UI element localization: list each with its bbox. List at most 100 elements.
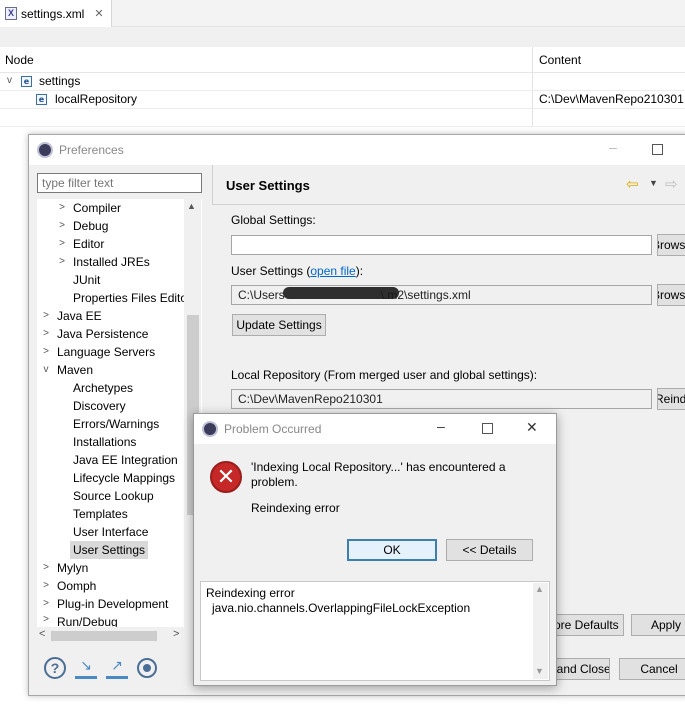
minimize-icon[interactable]: – (437, 418, 445, 434)
tree-item-language-servers[interactable]: Language Servers (57, 343, 155, 361)
browse-global-button[interactable]: Browse... (657, 234, 685, 256)
tree-node-content[interactable]: C:\Dev\MavenRepo210301 (539, 92, 684, 106)
local-repository-input[interactable]: C:\Dev\MavenRepo210301 (231, 389, 652, 409)
tree-item-label: Editor (73, 237, 105, 251)
forward-arrow-icon[interactable]: ⇨ (665, 175, 678, 193)
record-icon[interactable] (137, 658, 157, 678)
help-icon[interactable]: ? (44, 657, 66, 679)
tree-item-plugin-development[interactable]: Plug-in Development (57, 595, 168, 613)
tree-item-templates[interactable]: Templates (73, 505, 128, 523)
details-button[interactable]: << Details (446, 539, 533, 561)
ok-button[interactable]: OK (347, 539, 437, 561)
tree-item-archetypes[interactable]: Archetypes (73, 379, 133, 397)
close-icon[interactable]: ✕ (94, 7, 103, 20)
tree-item-java-ee[interactable]: Java EE (57, 307, 102, 325)
tree-horizontal-scroll-thumb[interactable] (51, 631, 157, 641)
maximize-icon[interactable] (652, 144, 663, 155)
row-divider (0, 108, 685, 109)
preferences-title-bar: Preferences – (29, 135, 685, 165)
tree-item-compiler[interactable]: Compiler (73, 199, 121, 217)
column-header-content[interactable]: Content (539, 53, 581, 67)
tree-item-mylyn[interactable]: Mylyn (57, 559, 88, 577)
chevron-right-icon[interactable]: > (41, 346, 51, 357)
local-repository-label: Local Repository (From merged user and g… (231, 368, 538, 382)
tree-item-installed-jres[interactable]: Installed JREs (73, 253, 150, 271)
element-icon: e (21, 76, 32, 87)
user-settings-path-start: C:\Users (238, 288, 285, 302)
tree-item-maven[interactable]: Maven (57, 361, 93, 379)
scroll-up-icon[interactable]: ▲ (187, 201, 196, 211)
chevron-right-icon[interactable]: > (57, 220, 67, 231)
tree-item-label: User Interface (73, 525, 149, 539)
browse-user-button[interactable]: Browse... (657, 284, 685, 306)
tree-item-label: Compiler (73, 201, 122, 215)
tree-item-editor[interactable]: Editor (73, 235, 104, 253)
tree-item-label: Debug (73, 219, 109, 233)
reindex-button[interactable]: Reindex (657, 388, 685, 410)
tree-item-debug[interactable]: Debug (73, 217, 108, 235)
maximize-icon[interactable] (482, 423, 493, 434)
tree-item-label: Errors/Warnings (73, 417, 160, 431)
apply-button[interactable]: Apply (631, 614, 685, 636)
scroll-left-icon[interactable]: < (39, 628, 45, 640)
chevron-right-icon[interactable]: > (41, 328, 51, 339)
preferences-tree: Compiler > Debug > Editor > Installed JR… (37, 199, 202, 627)
details-line-2: java.nio.channels.OverlappingFileLockExc… (212, 601, 471, 615)
tree-node-local-repository[interactable]: localRepository (55, 92, 137, 106)
chevron-right-icon[interactable]: > (57, 256, 67, 267)
tree-node-settings[interactable]: settings (39, 74, 80, 88)
import-icon[interactable]: ↘ (75, 657, 97, 679)
tree-item-label: Run/Debug (57, 615, 118, 627)
tree-item-oomph[interactable]: Oomph (57, 577, 96, 595)
chevron-down-icon[interactable]: v (7, 75, 12, 86)
column-header-node[interactable]: Node (5, 53, 34, 67)
cancel-button[interactable]: Cancel (619, 658, 685, 680)
tree-item-junit[interactable]: JUnit (73, 271, 100, 289)
filter-input[interactable] (37, 173, 202, 193)
tree-item-installations[interactable]: Installations (73, 433, 136, 451)
element-icon: e (36, 94, 47, 105)
tree-item-user-settings[interactable]: User Settings (70, 541, 149, 559)
tree-item-java-persistence[interactable]: Java Persistence (57, 325, 148, 343)
tree-item-java-ee-integration[interactable]: Java EE Integration (73, 451, 178, 469)
chevron-right-icon[interactable]: > (41, 580, 51, 591)
tree-item-source-lookup[interactable]: Source Lookup (73, 487, 154, 505)
tree-item-errors-warnings[interactable]: Errors/Warnings (73, 415, 159, 433)
preferences-title: Preferences (59, 143, 124, 157)
chevron-down-icon[interactable]: v (41, 364, 51, 375)
tree-item-user-interface[interactable]: User Interface (73, 523, 148, 541)
tree-item-label: Templates (73, 507, 128, 521)
export-icon[interactable]: ↗ (106, 657, 128, 679)
close-icon[interactable]: ✕ (526, 419, 538, 436)
user-settings-label-suffix: ): (355, 264, 364, 278)
chevron-right-icon[interactable]: > (57, 202, 67, 213)
page-title: User Settings (226, 178, 310, 193)
editor-tab-settings-xml[interactable]: X settings.xml ✕ (0, 0, 112, 27)
tree-item-label: Mylyn (57, 561, 89, 575)
tree-item-run-debug[interactable]: Run/Debug (57, 613, 118, 627)
tree-item-discovery[interactable]: Discovery (73, 397, 126, 415)
tree-item-lifecycle-mappings[interactable]: Lifecycle Mappings (73, 469, 175, 487)
global-settings-input[interactable] (231, 235, 652, 255)
scroll-down-icon[interactable]: ▼ (535, 666, 544, 676)
chevron-right-icon[interactable]: > (41, 562, 51, 573)
chevron-right-icon[interactable]: > (41, 598, 51, 609)
scroll-up-icon[interactable]: ▲ (535, 584, 544, 594)
chevron-down-icon[interactable]: ▼ (649, 178, 658, 188)
chevron-right-icon[interactable]: > (57, 238, 67, 249)
chevron-right-icon[interactable]: > (41, 310, 51, 321)
column-separator (532, 47, 533, 127)
update-settings-button[interactable]: Update Settings (232, 314, 326, 336)
details-scrollbar[interactable] (533, 583, 548, 679)
chevron-right-icon[interactable]: > (41, 614, 51, 626)
tree-item-properties-files-editor[interactable]: Properties Files Editor (73, 289, 191, 307)
scroll-right-icon[interactable]: > (173, 628, 179, 640)
open-file-link[interactable]: open file (310, 264, 355, 278)
tree-item-label: User Settings (73, 543, 146, 557)
tree-item-label: Maven (57, 363, 94, 377)
details-text-area[interactable]: Reindexing error java.nio.channels.Overl… (200, 581, 550, 681)
tree-item-label: Plug-in Development (57, 597, 169, 611)
minimize-icon[interactable]: – (609, 139, 617, 155)
back-arrow-icon[interactable]: ⇦ (626, 175, 639, 193)
editor-tab-label: settings.xml (21, 6, 85, 21)
